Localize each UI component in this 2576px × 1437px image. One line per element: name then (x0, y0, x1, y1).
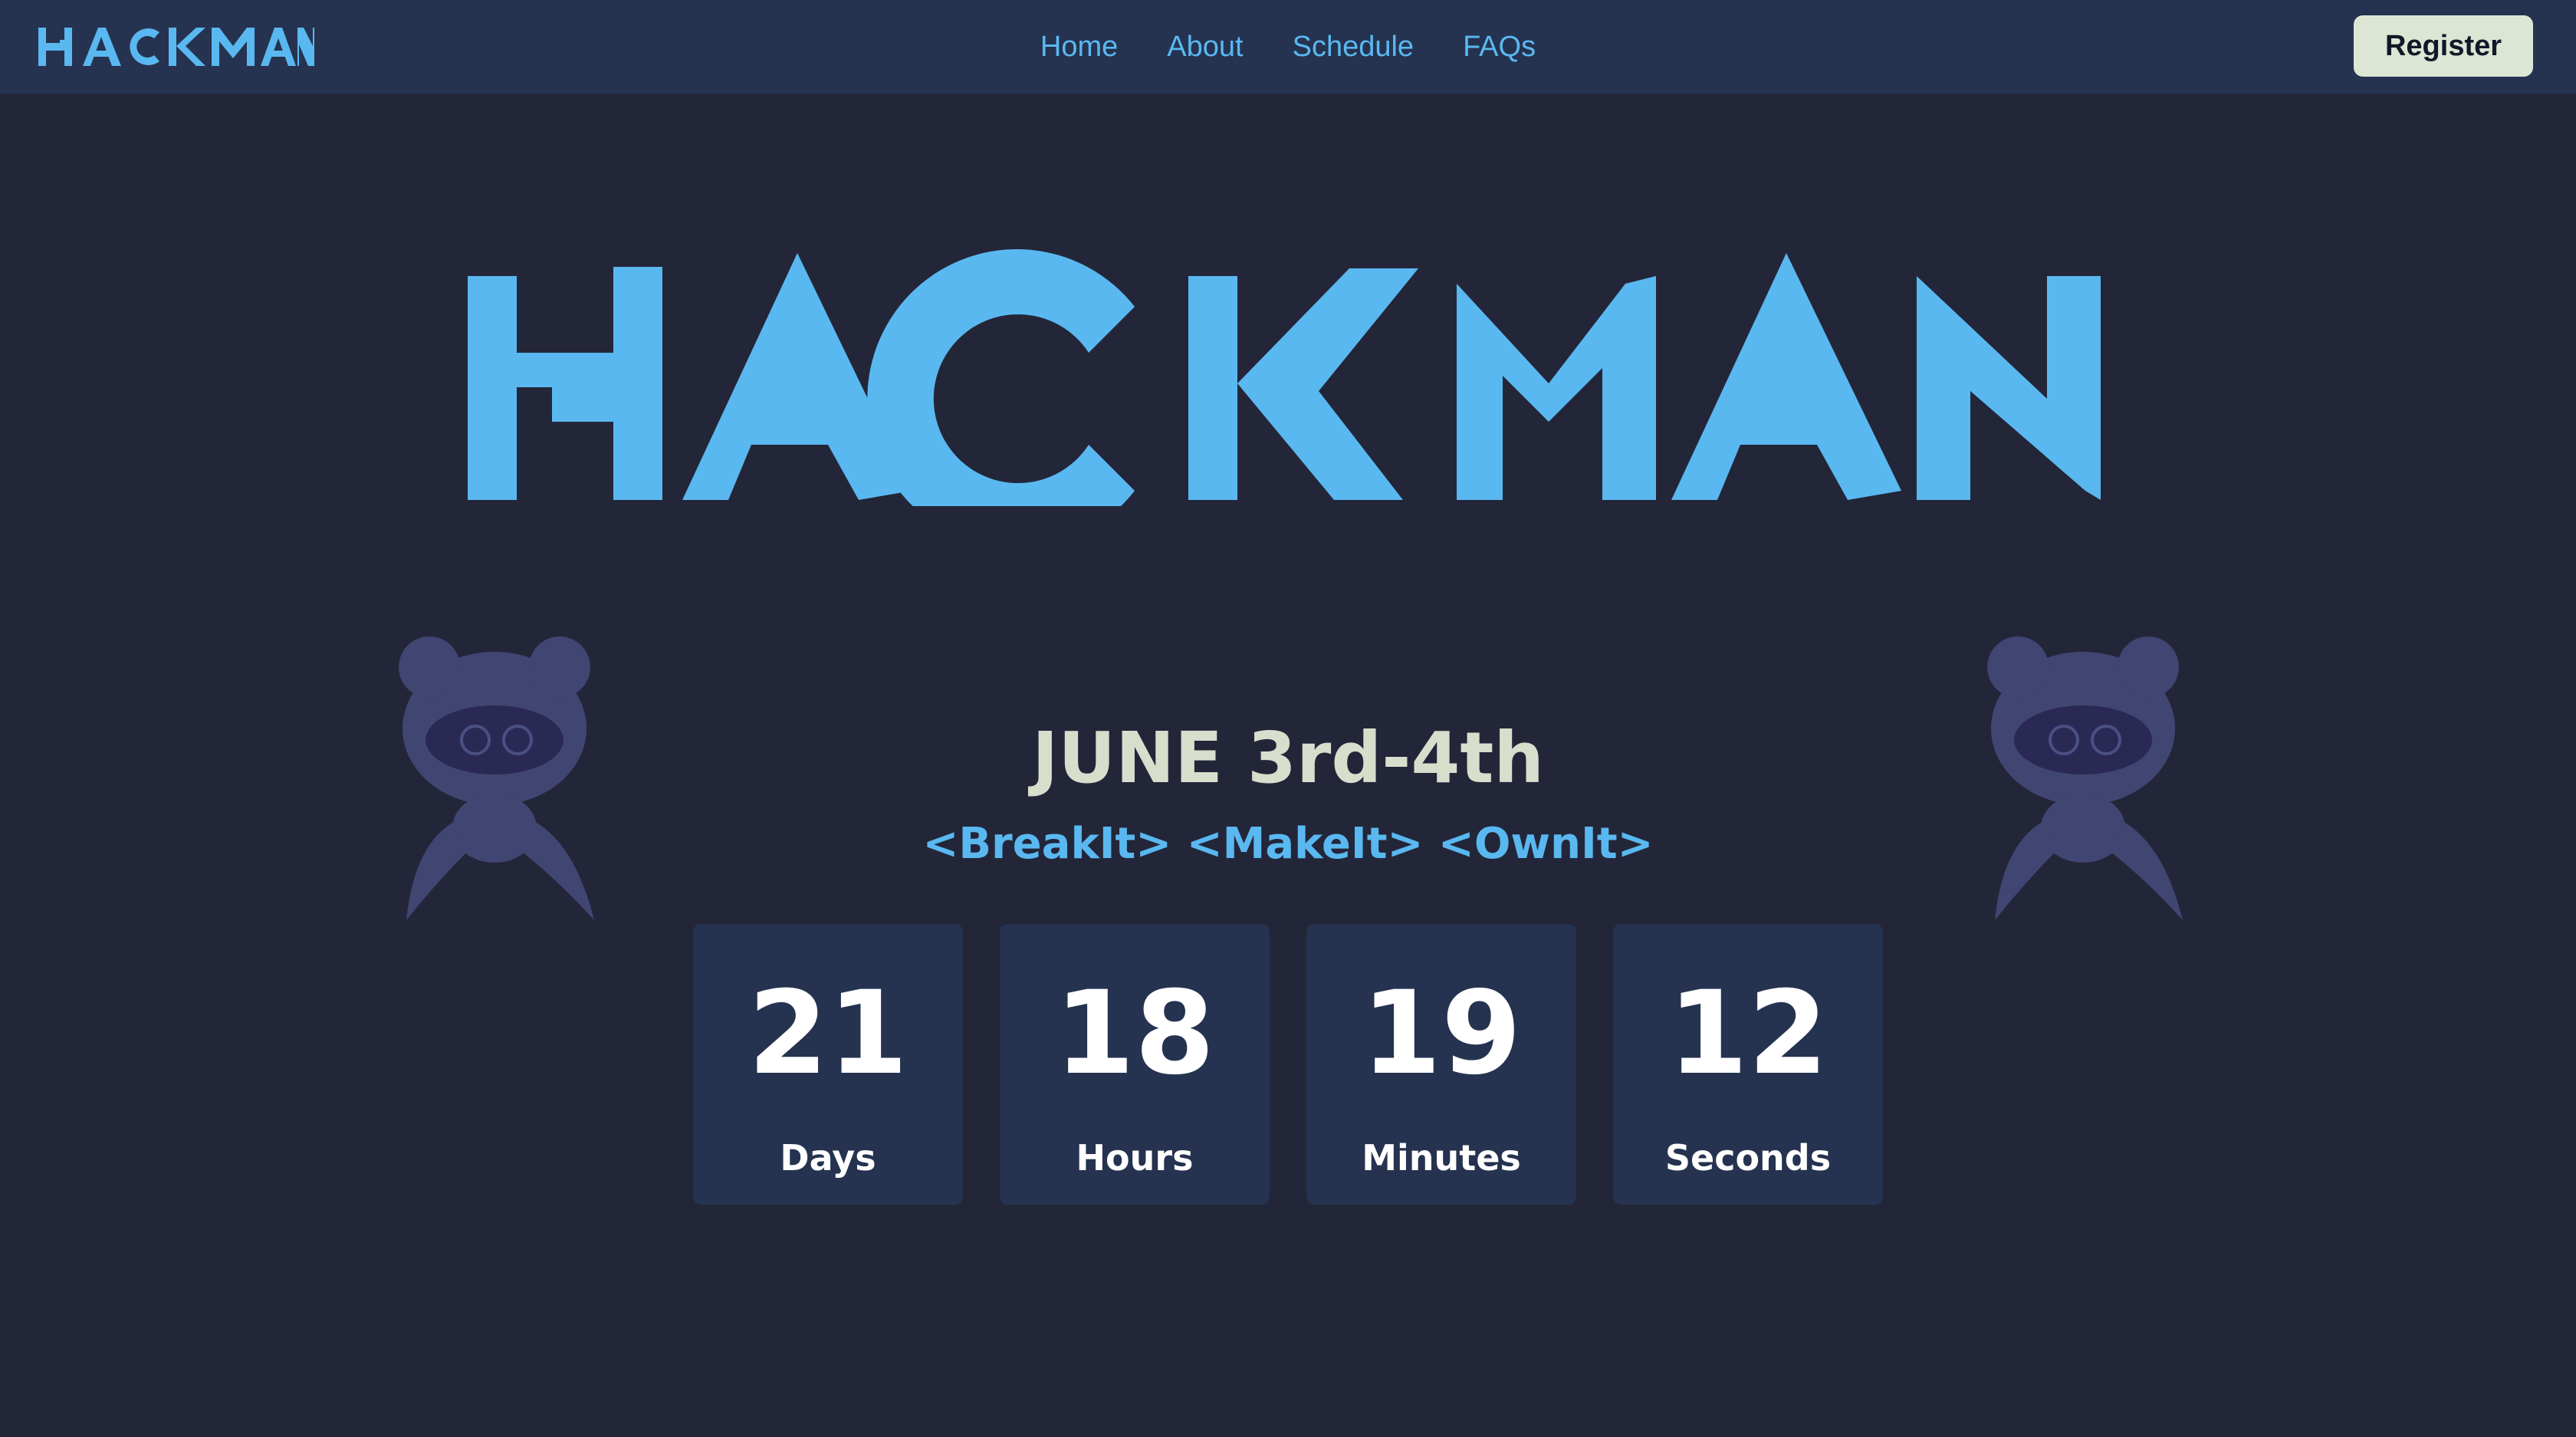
countdown-timer: 21 Days 18 Hours 19 Minutes 12 Seconds (693, 924, 1883, 1205)
nav-home-link[interactable]: Home (1040, 31, 1118, 64)
countdown-minutes: 19 Minutes (1306, 924, 1576, 1205)
countdown-unit: Days (780, 1137, 876, 1179)
event-date: JUNE 3rd-4th (1032, 717, 1544, 799)
top-navbar: Home About Schedule FAQs Register (0, 0, 2576, 94)
countdown-unit: Seconds (1664, 1137, 1832, 1179)
nav-about-link[interactable]: About (1167, 31, 1243, 64)
event-tagline: <BreakIt> <MakeIt> <OwnIt> (922, 819, 1654, 869)
main-nav: Home About Schedule FAQs (0, 0, 2576, 94)
countdown-value: 21 (748, 967, 909, 1100)
countdown-value: 12 (1668, 967, 1829, 1100)
countdown-hours: 18 Hours (1000, 924, 1270, 1205)
countdown-days: 21 Days (693, 924, 963, 1205)
countdown-unit: Hours (1076, 1137, 1194, 1179)
countdown-seconds: 12 Seconds (1613, 924, 1883, 1205)
countdown-unit: Minutes (1362, 1137, 1521, 1179)
register-button[interactable]: Register (2354, 15, 2533, 77)
countdown-value: 18 (1054, 967, 1215, 1100)
countdown-value: 19 (1361, 967, 1522, 1100)
nav-faqs-link[interactable]: FAQs (1463, 31, 1536, 64)
hackman-hero-logo (468, 249, 2101, 506)
nav-schedule-link[interactable]: Schedule (1293, 31, 1414, 64)
